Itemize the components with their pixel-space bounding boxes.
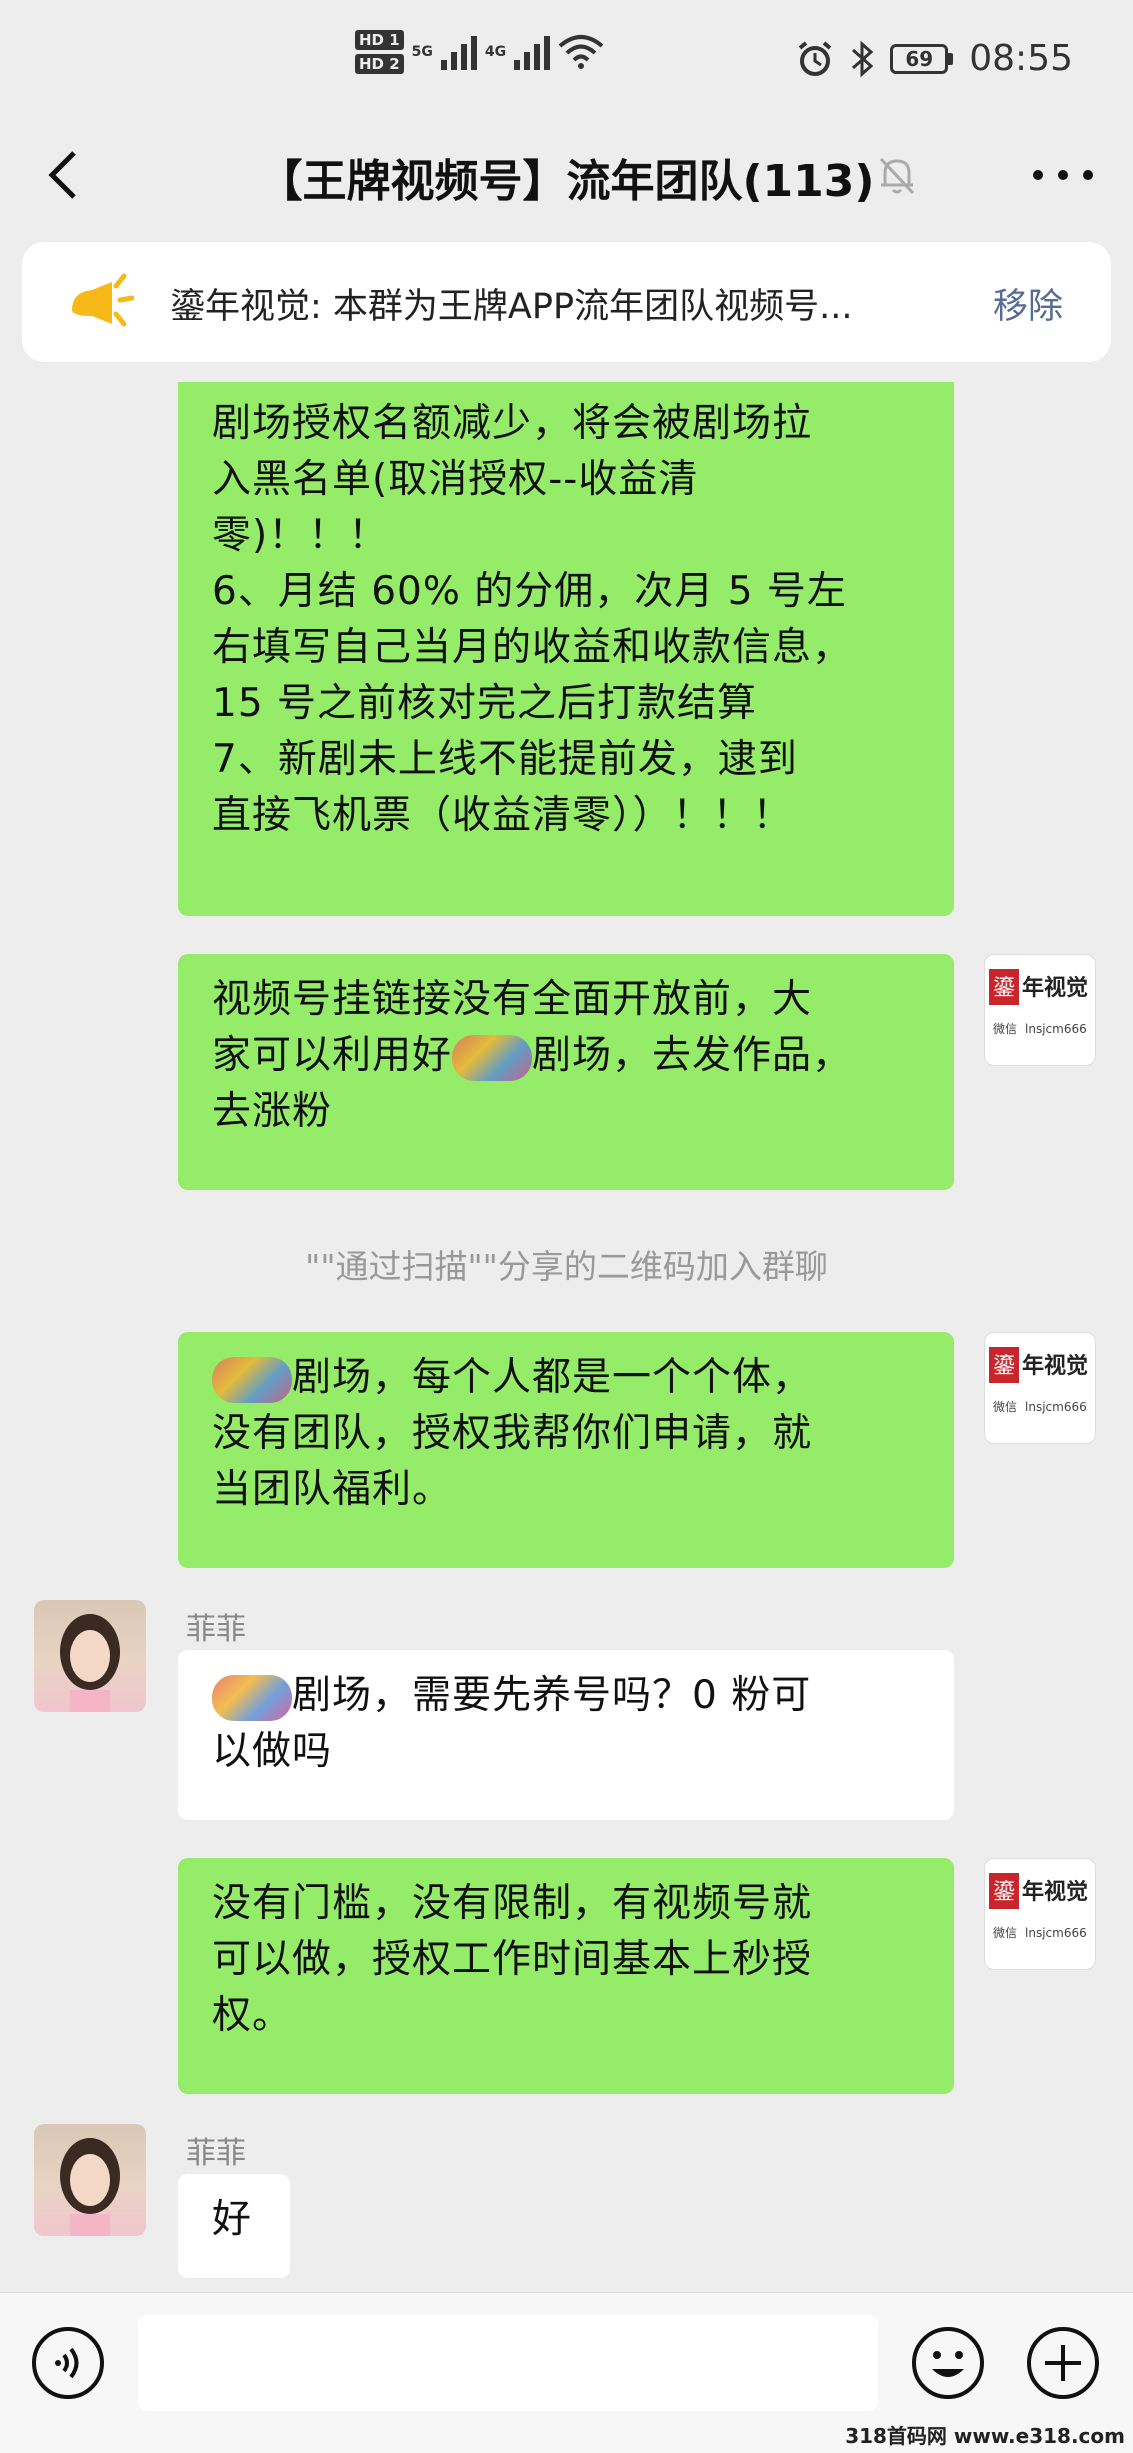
message-line: 可以做，授权工作时间基本上秒授 (212, 1937, 813, 1982)
message-line: 好 (212, 2197, 253, 2242)
alarm-icon (798, 40, 832, 76)
message-line: 家可以利用好 (212, 1033, 453, 1078)
message-line: 以做吗 (212, 1729, 333, 1774)
site-watermark: 318首码网 www.e318.com (845, 2424, 1125, 2448)
more-options-icon[interactable] (1033, 153, 1093, 197)
announcement-speaker-icon (72, 273, 134, 327)
emoji-icon[interactable] (910, 2325, 986, 2401)
message-line: 剧场，需要先养号吗？0 粉可 (292, 1673, 812, 1718)
message-line: 零)！！！ (212, 513, 389, 558)
wifi-icon (558, 35, 604, 69)
svg-text:微信: 微信 (993, 1022, 1017, 1036)
message-line: 没有门槛，没有限制，有视频号就 (212, 1881, 813, 1926)
chat-title: 【王牌视频号】流年团队(113) (258, 156, 875, 207)
my-avatar[interactable]: 鎏 年视觉 微信 lnsjcm666 (984, 954, 1096, 1066)
signal-bars-icon-2 (514, 34, 551, 70)
message-bubble[interactable]: 好 (178, 2174, 290, 2278)
message-bubble[interactable]: 剧场，每个人都是一个个体， 没有团队，授权我帮你们申请，就 当团队福利。 (178, 1332, 954, 1568)
message-line: 直接飞机票（收益清零））！！！ (212, 793, 793, 838)
message-line: 6、月结 60% 的分佣，次月 5 号左 (212, 569, 847, 614)
notice-text: 鎏年视觉: 本群为王牌APP流年团队视频号... (170, 287, 853, 327)
lnsj-logo-icon: 鎏 年视觉 微信 lnsjcm666 (989, 1873, 1088, 1940)
message-line: 右填写自己当月的收益和收款信息， (212, 625, 853, 670)
group-notice-banner[interactable]: 鎏年视觉: 本群为王牌APP流年团队视频号... 移除 (22, 242, 1111, 362)
hd1-badge: HD 1 (355, 30, 404, 50)
redacted-blur (452, 1034, 533, 1081)
message-bubble[interactable]: 视频号挂链接没有全面开放前，大 家可以利用好 剧场，去发作品， 去涨粉 (178, 954, 954, 1190)
network-4g-label: 4G (484, 44, 507, 60)
message-line: 7、新剧未上线不能提前发，逮到 (212, 737, 798, 782)
plus-icon[interactable] (1025, 2325, 1101, 2401)
voice-input-icon[interactable] (30, 2325, 106, 2401)
mute-bell-icon (879, 157, 915, 195)
message-list[interactable]: 剧场授权名额减少，将会被剧场拉 入黑名单(取消授权--收益清 零)！！！ 6、月… (0, 382, 1133, 2292)
redacted-blur (212, 1356, 292, 1403)
message-bubble[interactable]: 剧场授权名额减少，将会被剧场拉 入黑名单(取消授权--收益清 零)！！！ 6、月… (178, 382, 954, 916)
message-line: 剧场，去发作品， (532, 1033, 853, 1078)
message-bubble[interactable]: 没有门槛，没有限制，有视频号就 可以做，授权工作时间基本上秒授 权。 (178, 1858, 954, 2094)
svg-text:lnsjcm666: lnsjcm666 (1025, 1400, 1087, 1414)
lnsj-logo-icon: 鎏 年视觉 微信 lnsjcm666 (989, 1347, 1088, 1414)
sender-nickname: 菲菲 (186, 2136, 246, 2171)
my-avatar[interactable]: 鎏 年视觉 微信 lnsjcm666 (984, 1858, 1096, 1970)
network-5g-label: 5G (411, 44, 433, 60)
notice-remove-button[interactable]: 移除 (993, 278, 1063, 329)
message-line: 去涨粉 (212, 1089, 333, 1134)
svg-text:微信: 微信 (993, 1926, 1017, 1940)
my-avatar[interactable]: 鎏 年视觉 微信 lnsjcm666 (984, 1332, 1096, 1444)
svg-text:微信: 微信 (993, 1400, 1017, 1414)
svg-text:鎏: 鎏 (993, 976, 1015, 1001)
svg-text:鎏: 鎏 (993, 1880, 1015, 1905)
message-line: 视频号挂链接没有全面开放前，大 (212, 977, 813, 1022)
system-notice: ""通过扫描""分享的二维码加入群聊 (305, 1247, 828, 1286)
redacted-blur (212, 1674, 292, 1721)
signal-indicators: HD 1 HD 2 5G 4G (355, 30, 604, 74)
svg-text:年视觉: 年视觉 (1022, 975, 1088, 1001)
message-line: 剧场授权名额减少，将会被剧场拉 (212, 401, 813, 446)
user-avatar-feifei[interactable] (34, 2124, 146, 2236)
user-avatar-feifei[interactable] (34, 1600, 146, 1712)
svg-text:鎏: 鎏 (993, 1354, 1015, 1379)
sender-nickname: 菲菲 (186, 1612, 246, 1647)
message-line: 当团队福利。 (212, 1467, 453, 1512)
chat-header: 【王牌视频号】流年团队(113) (0, 125, 1133, 225)
svg-text:年视觉: 年视觉 (1022, 1353, 1088, 1379)
message-line: 没有团队，授权我帮你们申请，就 (212, 1411, 813, 1456)
lnsj-logo-icon: 鎏 年视觉 微信 lnsjcm666 (989, 969, 1088, 1036)
battery-level: 69 (890, 43, 949, 74)
signal-bars-icon (440, 34, 477, 70)
message-line: 15 号之前核对完之后打款结算 (212, 681, 758, 726)
hd2-badge: HD 2 (355, 54, 404, 74)
svg-text:年视觉: 年视觉 (1022, 1879, 1088, 1905)
message-bubble[interactable]: 剧场，需要先养号吗？0 粉可 以做吗 (178, 1650, 954, 1820)
message-line: 剧场，每个人都是一个个体， (292, 1355, 813, 1400)
message-line: 权。 (212, 1993, 293, 2038)
battery-icon: 69 (890, 43, 954, 74)
status-right: 69 08:55 (796, 38, 1073, 79)
clock: 08:55 (969, 38, 1073, 79)
message-input[interactable] (138, 2315, 878, 2411)
svg-text:lnsjcm666: lnsjcm666 (1025, 1926, 1087, 1940)
bluetooth-icon (852, 40, 874, 77)
svg-text:lnsjcm666: lnsjcm666 (1025, 1022, 1087, 1036)
message-line: 入黑名单(取消授权--收益清 (212, 457, 699, 502)
status-bar: HD 1 HD 2 5G 4G 69 08:55 (0, 0, 1133, 125)
